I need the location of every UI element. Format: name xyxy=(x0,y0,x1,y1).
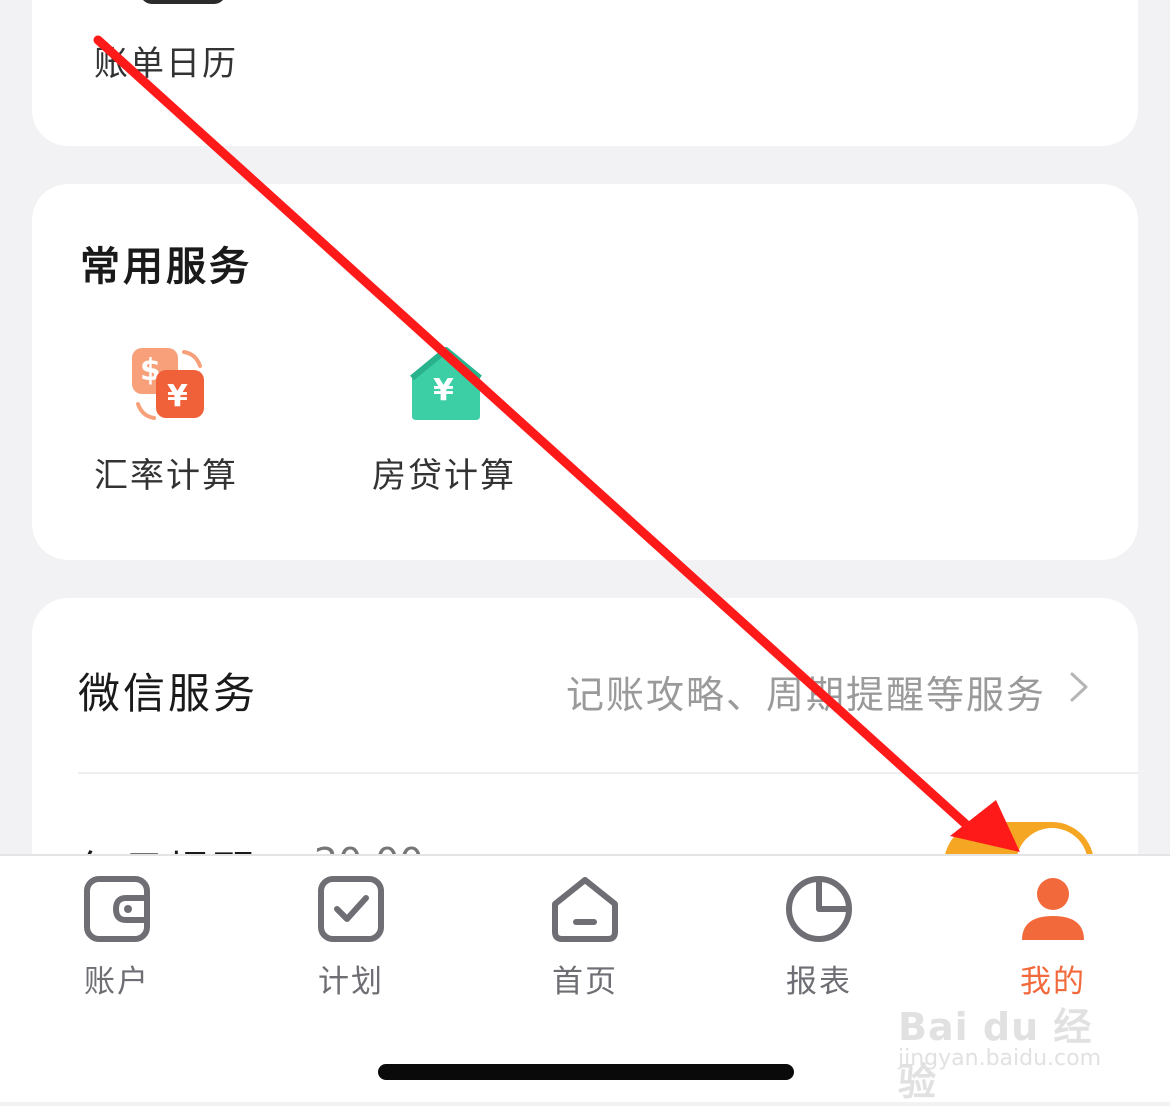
wechat-services-description: 记账攻略、周期提醒等服务 xyxy=(565,673,1046,717)
wechat-services-title: 微信服务 xyxy=(78,669,259,718)
nav-item-report[interactable]: 报表 xyxy=(744,870,894,1010)
wallet-icon xyxy=(84,876,150,942)
nav-item-mine[interactable]: 我的 xyxy=(978,870,1128,1010)
exchange-rate-label: 汇率计算 xyxy=(94,456,238,496)
common-services-title: 常用服务 xyxy=(80,244,252,290)
baidu-jingyan-watermark: Bai du 经验 jingyan.baidu.com xyxy=(890,996,1120,1104)
mortgage-label: 房贷计算 xyxy=(372,456,516,496)
currency-exchange-icon: $ ¥ xyxy=(132,348,204,420)
pie-chart-icon xyxy=(786,876,852,942)
nav-label-account: 账户 xyxy=(84,964,150,1000)
nav-item-account[interactable]: 账户 xyxy=(42,870,192,1010)
nav-label-home: 首页 xyxy=(552,964,618,1000)
calendar-icon[interactable] xyxy=(140,0,226,4)
home-indicator[interactable] xyxy=(378,1064,794,1080)
checklist-icon xyxy=(318,876,384,942)
svg-text:¥: ¥ xyxy=(167,379,188,414)
mortgage-calculator-button[interactable]: ¥ 房贷计算 xyxy=(344,344,544,496)
exchange-rate-calculator-button[interactable]: $ ¥ 汇率计算 xyxy=(66,344,266,496)
nav-item-plan[interactable]: 计划 xyxy=(276,870,426,1010)
chevron-right-icon xyxy=(1070,672,1088,702)
svg-text:¥: ¥ xyxy=(433,373,454,408)
common-services-card: 常用服务 $ ¥ 汇率计算 ¥ 房贷计算 xyxy=(32,184,1138,560)
wechat-services-row[interactable]: 微信服务 记账攻略、周期提醒等服务 xyxy=(32,598,1138,774)
nav-item-home[interactable]: 首页 xyxy=(510,870,660,1010)
user-icon xyxy=(1022,878,1084,940)
nav-label-mine: 我的 xyxy=(1020,964,1086,1000)
bill-calendar-label[interactable]: 账单日历 xyxy=(94,36,238,85)
home-icon xyxy=(552,877,618,942)
nav-label-report: 报表 xyxy=(786,964,852,1000)
watermark-url: jingyan.baidu.com xyxy=(898,1046,1102,1071)
house-loan-icon: ¥ xyxy=(410,347,482,420)
bill-calendar-card: 账单日历 xyxy=(32,0,1138,146)
nav-label-plan: 计划 xyxy=(318,964,384,1000)
